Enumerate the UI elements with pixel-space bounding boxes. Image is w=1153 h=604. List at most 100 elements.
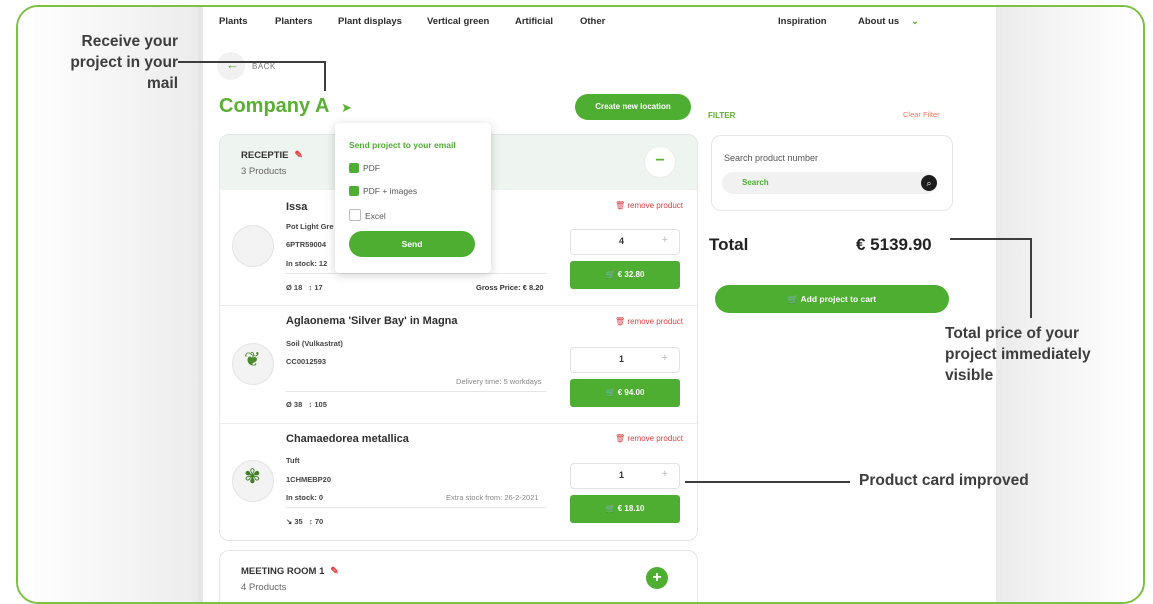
nav-other[interactable]: Other: [580, 16, 605, 27]
plus-icon[interactable]: +: [662, 352, 668, 364]
send-email-popup: Send project to your email PDF PDF + ima…: [335, 123, 491, 273]
delivery-time: Delivery time: 5 workdays: [456, 377, 542, 386]
diameter: Ø 18: [286, 283, 303, 292]
pencil-icon[interactable]: ✎: [330, 566, 338, 577]
popup-title: Send project to your email: [349, 140, 456, 150]
option-label: PDF + images: [363, 186, 418, 196]
remove-label: remove product: [627, 317, 683, 326]
remove-product-link[interactable]: 🗑 remove product: [615, 201, 683, 210]
checkbox-unchecked[interactable]: [349, 209, 361, 221]
product-code: 1CHMEBP20: [286, 475, 332, 484]
divider: [286, 273, 546, 274]
quantity-stepper[interactable]: 1 +: [570, 463, 680, 489]
nav-plant-displays[interactable]: Plant displays: [338, 16, 402, 27]
option-pdf-images[interactable]: PDF + images: [349, 186, 417, 196]
product-dimensions: ↘ 35 ↕ 70: [286, 517, 323, 526]
search-button-label: Search: [742, 178, 769, 187]
product-stock: In stock: 0: [286, 493, 324, 502]
remove-label: remove product: [627, 201, 683, 210]
row-divider: [220, 305, 697, 306]
checkbox-checked[interactable]: [349, 186, 359, 196]
annotation-total-price: Total price of your project immediately …: [945, 323, 1091, 386]
add-project-to-cart-button[interactable]: 🛒 Add project to cart: [715, 285, 949, 313]
checkbox-checked[interactable]: [349, 163, 359, 173]
add-cart-label: Add project to cart: [800, 294, 877, 304]
annotation-line: Receive your: [81, 33, 179, 50]
create-location-button[interactable]: Create new location: [575, 94, 691, 120]
search-input[interactable]: Search ⌕: [722, 172, 937, 194]
pencil-icon[interactable]: ✎: [295, 150, 303, 161]
chevron-down-icon[interactable]: ⌄: [911, 16, 919, 27]
annotation-connector: [950, 238, 1032, 240]
price-label: € 32.80: [617, 270, 645, 279]
total-label: Total: [709, 235, 749, 254]
extra-stock: Extra stock from: 26-2-2021: [446, 493, 539, 502]
add-to-cart-button[interactable]: 🛒 € 18.10: [570, 495, 680, 523]
nav-plants[interactable]: Plants: [219, 16, 248, 27]
height: ↕ 70: [308, 517, 324, 526]
option-label: Excel: [365, 211, 386, 221]
product-name: Chamaedorea metallica: [286, 433, 409, 445]
search-card: Search product number Search ⌕: [711, 135, 953, 211]
remove-product-link[interactable]: 🗑 remove product: [615, 317, 683, 326]
add-to-cart-button[interactable]: 🛒 € 94.00: [570, 379, 680, 407]
back-button[interactable]: ←: [217, 52, 245, 80]
price-label: € 18.10: [617, 504, 645, 513]
quantity-value: 4: [619, 236, 625, 246]
location-title: MEETING ROOM 1 ✎: [241, 566, 339, 577]
option-excel[interactable]: Excel: [349, 209, 386, 221]
send-button[interactable]: Send: [349, 231, 475, 257]
nav-artificial[interactable]: Artificial: [515, 16, 553, 27]
screenshot-frame: Plants Planters Plant displays Vertical …: [16, 5, 1145, 604]
quantity-value: 1: [619, 354, 625, 364]
clear-filter-link[interactable]: Clear Filter: [903, 110, 940, 119]
back-label[interactable]: BACK: [252, 62, 276, 71]
plant-icon: ✾: [244, 466, 261, 488]
divider: [286, 391, 546, 392]
location-count: 4 Products: [241, 582, 287, 593]
annotation-line: project in your: [70, 54, 178, 71]
page-title: Company A: [219, 95, 330, 117]
height: ↕ 17: [308, 283, 323, 292]
diameter: Ø 38: [286, 400, 303, 409]
search-icon[interactable]: ⌕: [921, 175, 937, 191]
webshop-page: Plants Planters Plant displays Vertical …: [203, 7, 996, 602]
quantity-value: 1: [619, 470, 625, 480]
product-dimensions: Ø 38 ↕ 105: [286, 400, 327, 409]
nav-about-us[interactable]: About us: [858, 16, 899, 27]
product-variant: Pot Light Gre: [286, 222, 334, 231]
plus-icon[interactable]: +: [662, 468, 668, 480]
nav-vertical-green[interactable]: Vertical green: [427, 16, 489, 27]
nav-inspiration[interactable]: Inspiration: [778, 16, 827, 27]
annotation-connector: [178, 61, 326, 63]
planter-pot-icon: [232, 225, 274, 267]
quantity-stepper[interactable]: 1 +: [570, 347, 680, 373]
height: ↕ 105: [308, 400, 327, 409]
expand-button[interactable]: +: [646, 567, 668, 589]
divider: [286, 507, 546, 508]
annotation-connector: [1030, 238, 1032, 318]
total-value: € 5139.90: [856, 235, 932, 254]
add-to-cart-button[interactable]: 🛒 € 32.80: [570, 261, 680, 289]
location-count: 3 Products: [241, 166, 287, 177]
plus-icon[interactable]: +: [662, 234, 668, 246]
search-label: Search product number: [724, 153, 819, 163]
quantity-stepper[interactable]: 4 +: [570, 229, 680, 255]
width: ↘ 35: [286, 517, 303, 526]
product-variant: Soil (Vulkastrat): [286, 339, 343, 348]
product-code: CC0012593: [286, 357, 327, 366]
annotation-receive-project: Receive your project in your mail: [56, 31, 178, 94]
location-title: RECEPTIE ✎: [241, 150, 303, 161]
product-name: Issa: [286, 201, 308, 213]
remove-label: remove product: [627, 434, 683, 443]
remove-product-link[interactable]: 🗑 remove product: [615, 434, 683, 443]
product-stock: In stock: 12: [286, 259, 328, 268]
plant-icon: ❦: [244, 349, 261, 371]
collapse-button[interactable]: −: [644, 146, 676, 178]
annotation-connector: [324, 61, 326, 91]
annotation-product-card: Product card improved: [859, 472, 1029, 489]
product-dimensions: Ø 18 ↕ 17: [286, 283, 323, 292]
nav-planters[interactable]: Planters: [275, 16, 313, 27]
send-email-icon[interactable]: ➤: [341, 100, 352, 116]
option-pdf[interactable]: PDF: [349, 163, 380, 173]
